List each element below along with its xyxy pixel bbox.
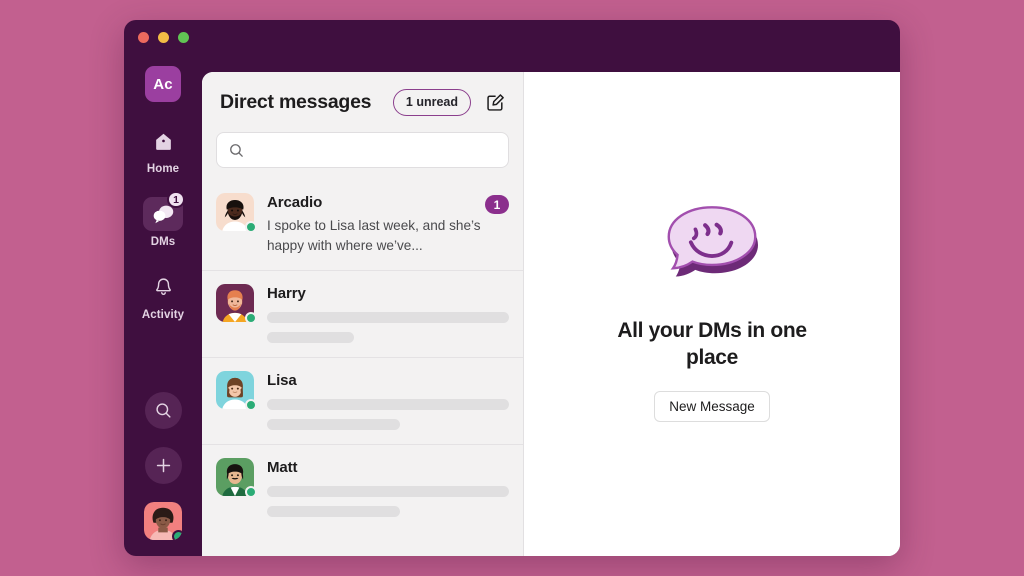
new-message-button[interactable]: New Message [654,390,770,422]
left-rail: Ac Home 1 DMs Activity [124,54,202,556]
search-icon [155,403,171,418]
rail-new-button[interactable] [144,447,182,484]
search-input[interactable] [254,142,474,158]
rail-item-dms[interactable]: 1 DMs [132,191,194,248]
presence-indicator [245,312,257,324]
current-user-avatar[interactable] [144,502,182,540]
smiley-speech-bubble-illustration [667,205,758,277]
conversation-name: Lisa [267,372,297,389]
workspace-switcher-button[interactable]: Ac [145,66,181,102]
preview-skeleton-line [267,506,401,517]
preview-skeleton-line [267,332,355,343]
presence-indicator [172,530,182,540]
preview-skeleton-line [267,399,509,410]
rail-label-activity: Activity [141,309,185,321]
avatar [216,458,257,498]
list-item[interactable]: Lisa [202,358,523,445]
compose-pencil-icon [486,93,504,111]
maximize-window-button[interactable] [178,32,189,43]
presence-indicator [245,399,257,411]
rail-search-button[interactable] [144,392,182,429]
app-window: Ac Home 1 DMs Activity Direct messages 1… [124,20,900,556]
conversation-preview: I spoke to Lisa last week, and she’s hap… [267,218,481,253]
rail-label-dms: DMs [150,236,176,248]
rail-label-home: Home [146,163,180,175]
presence-indicator [245,221,257,233]
activity-bell-icon [155,278,171,295]
preview-skeleton-line [267,486,509,497]
list-item-body: Matt [267,458,509,517]
list-item[interactable]: Harry [202,271,523,358]
preview-skeleton-line [267,312,509,323]
search-field[interactable] [216,132,509,168]
minimize-window-button[interactable] [158,32,169,43]
list-item[interactable]: Arcadio I spoke to Lisa last week, and s… [202,180,523,271]
home-icon [155,133,171,150]
list-item[interactable]: Matt [202,445,523,531]
dms-unread-badge: 1 [167,191,185,208]
compose-button[interactable] [483,90,507,114]
window-titlebar [124,20,900,54]
avatar [216,193,257,233]
avatar [216,371,257,411]
conversation-name: Matt [267,459,298,476]
unread-filter-button[interactable]: 1 unread [392,88,471,116]
preview-skeleton-line [267,419,401,430]
home-icon-box [143,124,183,158]
dm-list-header: Direct messages 1 unread [202,72,523,132]
list-item-body: Lisa [267,371,509,430]
dm-conversation-list: Arcadio I spoke to Lisa last week, and s… [202,180,523,556]
plus-icon [156,458,170,473]
activity-icon-box [143,270,183,304]
list-item-body: Arcadio I spoke to Lisa last week, and s… [267,193,509,256]
dms-icon-box: 1 [143,191,185,231]
dm-list-pane: Direct messages 1 unread Arcadio I spoke… [202,72,524,556]
dm-search-wrapper [202,132,523,180]
empty-state-title: All your DMs in one place [617,318,807,369]
empty-state-pane: All your DMs in one place New Message [524,72,900,556]
list-item-body: Harry [267,284,509,343]
conversation-name: Harry [267,285,306,302]
conversation-name: Arcadio [267,194,323,211]
rail-item-activity[interactable]: Activity [132,270,194,321]
avatar [216,284,257,324]
presence-indicator [245,486,257,498]
search-icon [230,143,243,157]
rail-item-home[interactable]: Home [132,124,194,175]
content-card: Direct messages 1 unread Arcadio I spoke… [202,72,900,556]
page-title: Direct messages [220,90,372,113]
unread-count-badge: 1 [485,195,509,214]
close-window-button[interactable] [138,32,149,43]
